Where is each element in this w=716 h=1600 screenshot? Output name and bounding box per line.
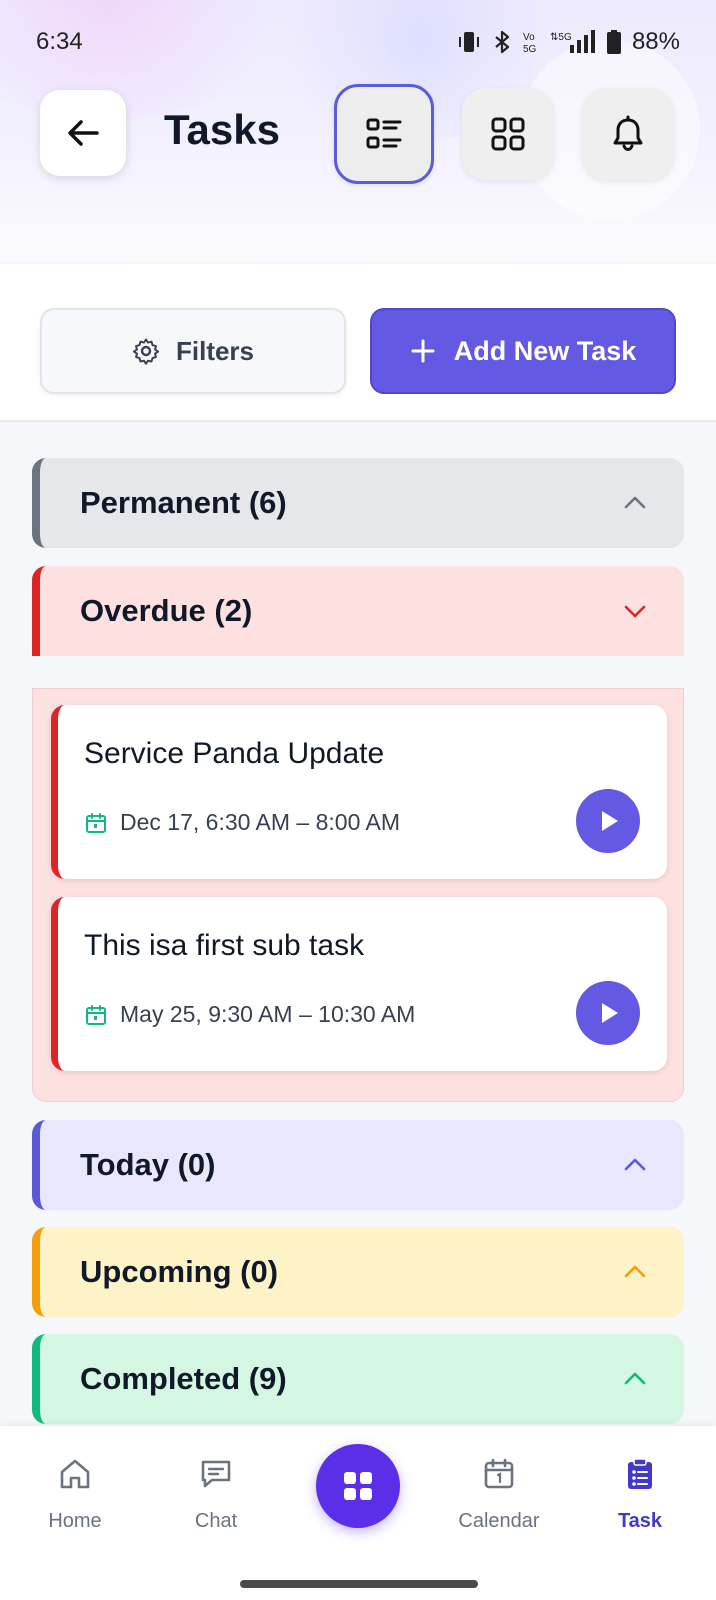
home-icon: [60, 1459, 90, 1489]
list-view-button[interactable]: [334, 84, 434, 184]
calendar-icon: [86, 1004, 106, 1025]
notifications-button[interactable]: [582, 88, 674, 180]
start-task-button[interactable]: [576, 981, 640, 1045]
filters-label: Filters: [175, 335, 255, 366]
section-completed-label: Completed (9): [80, 1361, 287, 1396]
task-time-text: May 25, 9:30 AM – 10:30 AM: [120, 1001, 416, 1027]
task-time-text: Dec 17, 6:30 AM – 8:00 AM: [120, 809, 400, 835]
action-bar: Filters Add New Task: [0, 264, 716, 422]
section-completed[interactable]: Completed (9): [32, 1334, 684, 1424]
play-icon: [602, 1003, 618, 1023]
chevron-up-icon: [624, 1265, 646, 1278]
section-today[interactable]: Today (0): [32, 1120, 684, 1210]
task-card[interactable]: Service Panda Update Dec 17, 6:30 AM – 8…: [51, 705, 667, 879]
bell-icon: [613, 115, 643, 152]
list-icon: [366, 118, 402, 149]
task-title: This isa first sub task: [84, 929, 365, 962]
task-time: Dec 17, 6:30 AM – 8:00 AM: [84, 809, 400, 836]
task-time: May 25, 9:30 AM – 10:30 AM: [84, 1001, 415, 1028]
section-permanent[interactable]: Permanent (6): [32, 458, 684, 548]
section-overdue[interactable]: Overdue (2): [32, 566, 684, 656]
nav-home-label: Home: [48, 1510, 102, 1532]
gear-icon: [132, 338, 160, 365]
task-card[interactable]: This isa first sub task May 25, 9:30 AM …: [51, 897, 667, 1071]
nav-calendar-label: Calendar: [458, 1510, 540, 1532]
bottom-navigation: Home Chat Calendar Task: [0, 1426, 716, 1600]
nav-dashboard-button[interactable]: [316, 1444, 400, 1528]
nav-calendar[interactable]: Calendar: [439, 1456, 559, 1533]
section-permanent-label: Permanent (6): [80, 485, 287, 520]
signal-icon: ⇅5G: [550, 29, 596, 55]
overdue-task-list: Service Panda Update Dec 17, 6:30 AM – 8…: [32, 688, 684, 1102]
status-bar: 6:34 Vo 5G ⇅5G 88%: [0, 22, 716, 62]
section-upcoming-label: Upcoming (0): [80, 1254, 279, 1289]
status-icons: Vo 5G ⇅5G 88%: [456, 28, 680, 56]
nav-task[interactable]: Task: [580, 1456, 700, 1533]
add-new-task-button[interactable]: Add New Task: [370, 308, 676, 394]
nav-home[interactable]: Home: [15, 1456, 135, 1533]
section-upcoming[interactable]: Upcoming (0): [32, 1227, 684, 1317]
grid-icon: [491, 117, 525, 151]
volte-icon: Vo 5G: [522, 29, 540, 55]
start-task-button[interactable]: [576, 789, 640, 853]
filters-button[interactable]: Filters: [40, 308, 346, 394]
task-title: Service Panda Update: [84, 737, 385, 770]
calendar-icon: [484, 1458, 514, 1489]
grid-icon: [344, 1472, 372, 1500]
play-icon: [602, 811, 618, 831]
svg-text:Vo: Vo: [523, 32, 535, 43]
home-indicator[interactable]: [240, 1580, 478, 1588]
arrow-left-icon: [68, 120, 99, 146]
app-header: Tasks: [0, 84, 716, 184]
nav-chat-label: Chat: [194, 1510, 238, 1532]
back-button[interactable]: [40, 90, 126, 176]
svg-text:⇅5G: ⇅5G: [550, 32, 572, 43]
chevron-up-icon: [624, 1158, 646, 1171]
add-new-task-label: Add New Task: [453, 335, 637, 366]
chevron-up-icon: [624, 1372, 646, 1385]
chevron-down-icon: [624, 605, 646, 618]
status-time: 6:34: [36, 28, 83, 55]
plus-icon: [411, 339, 435, 363]
calendar-icon: [86, 812, 106, 833]
grid-view-button[interactable]: [462, 88, 554, 180]
vibrate-icon: [456, 29, 482, 55]
section-overdue-label: Overdue (2): [80, 593, 253, 628]
svg-text:5G: 5G: [523, 44, 537, 55]
chevron-up-icon: [624, 496, 646, 509]
bluetooth-icon: [492, 29, 512, 55]
tasks-screen: 6:34 Vo 5G ⇅5G 88% Tasks Filters Add New…: [0, 0, 716, 1600]
battery-percent: 88%: [631, 28, 680, 55]
chat-icon: [201, 1460, 231, 1488]
nav-chat[interactable]: Chat: [156, 1456, 276, 1533]
section-today-label: Today (0): [80, 1147, 216, 1182]
battery-icon: [606, 29, 622, 55]
page-title: Tasks: [164, 106, 280, 153]
clipboard-icon: [628, 1458, 652, 1489]
nav-task-label: Task: [617, 1510, 663, 1532]
